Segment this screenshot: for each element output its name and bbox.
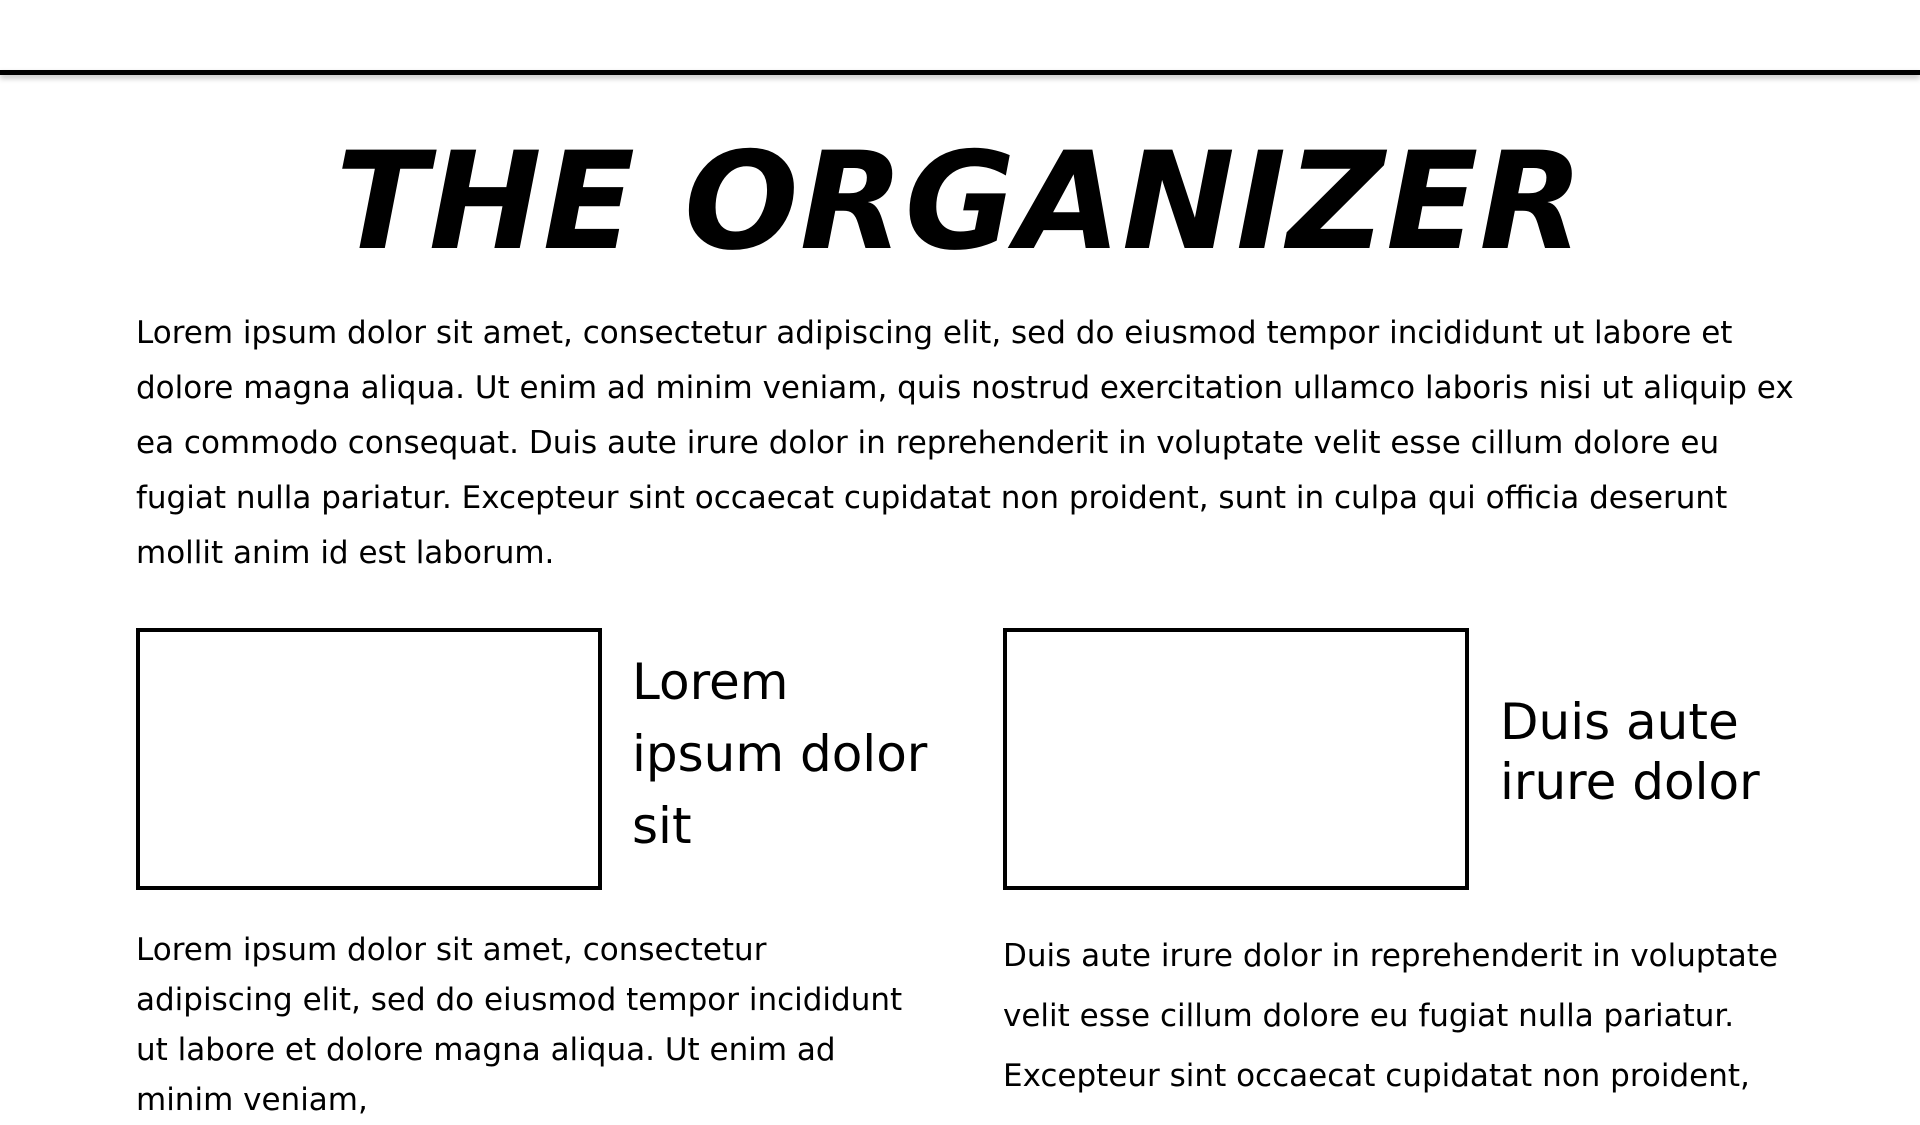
image-placeholder-left [136,628,602,890]
feature-caption-left: Lorem ipsum dolor sit [632,653,928,855]
intro-paragraph: Lorem ipsum dolor sit amet, consectetur … [136,315,1794,571]
image-placeholder-right [1003,628,1469,890]
top-divider [0,70,1920,75]
feature-caption-right: Duis aute irure dolor [1500,693,1760,811]
column-paragraph-right: Duis aute irure dolor in reprehenderit i… [1003,938,1778,1094]
column-paragraph-left: Lorem ipsum dolor sit amet, consectetur … [136,932,903,1118]
page-title: THE ORGANIZER [335,123,1585,280]
